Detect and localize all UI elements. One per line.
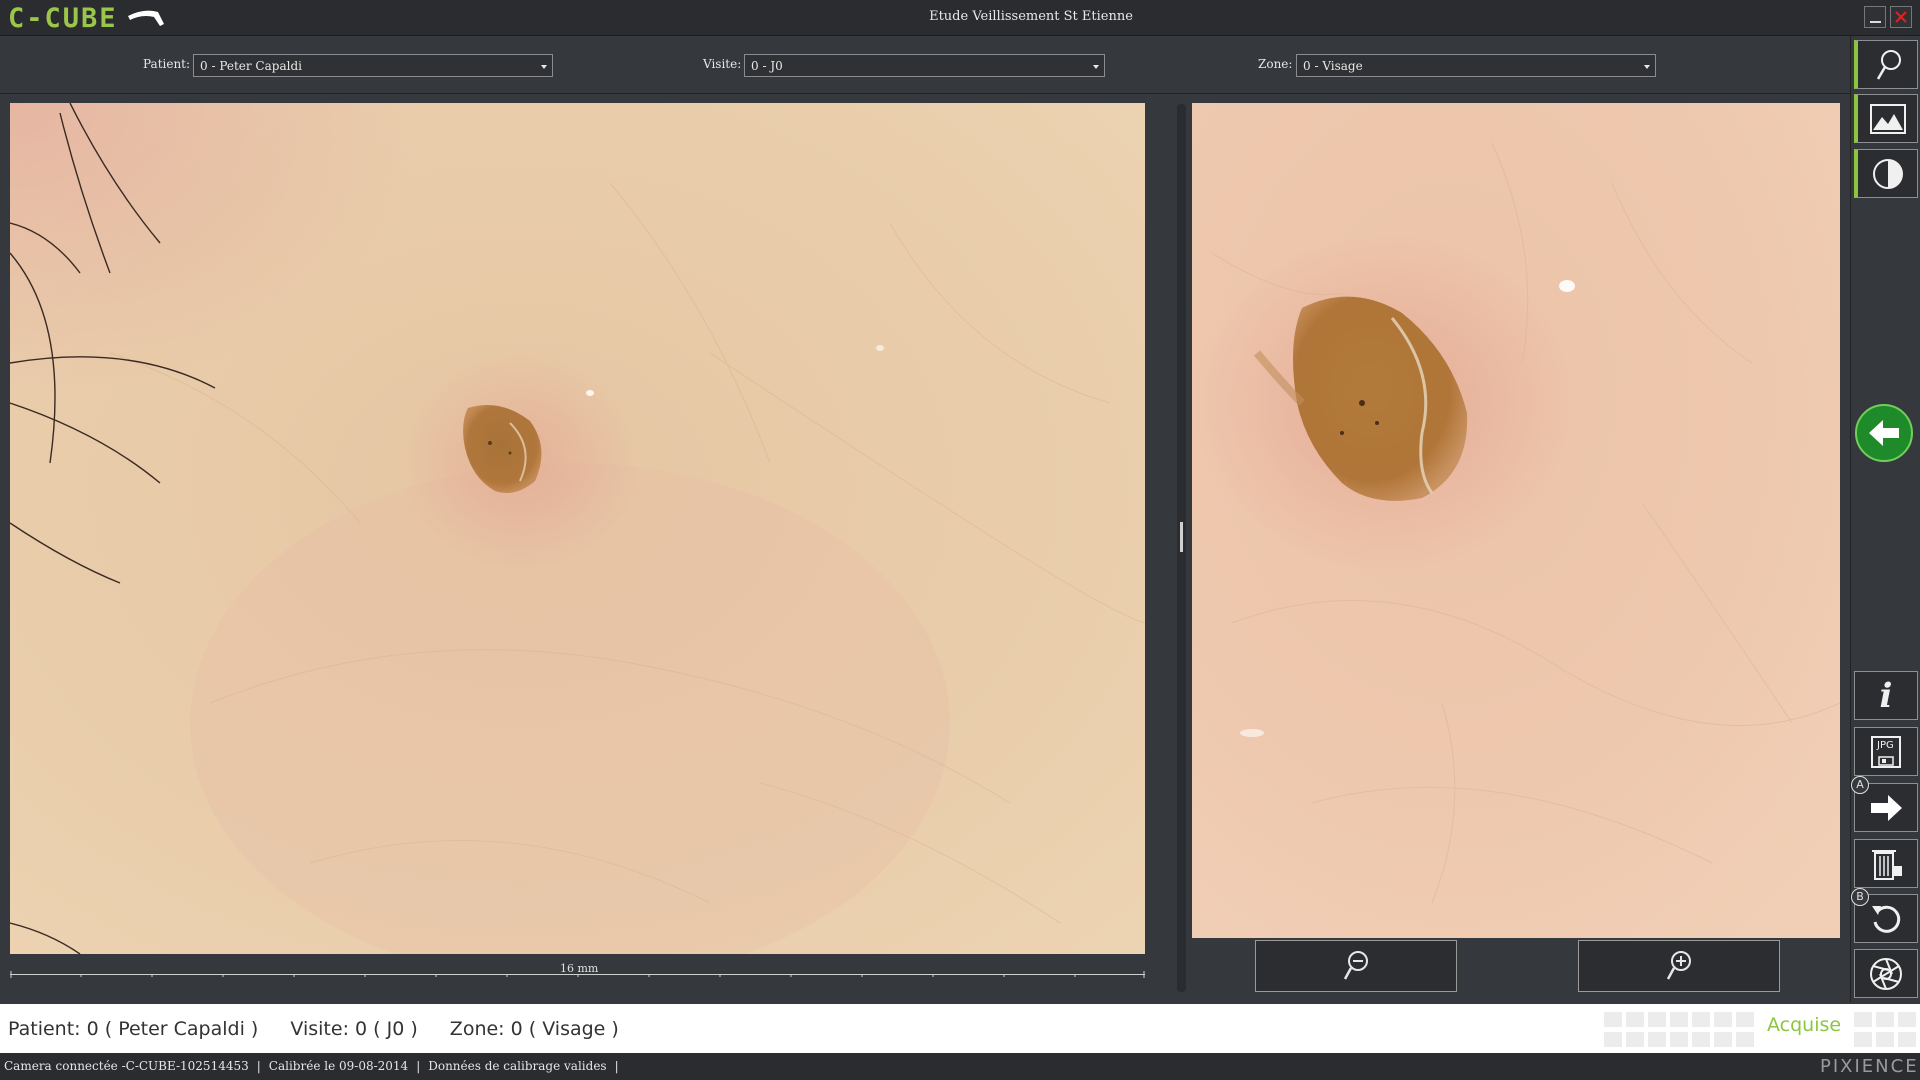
patient-summary: Patient: 0 ( Peter Capaldi ) Visite: 0 (… (8, 1018, 645, 1040)
right-toolbar: i JPG A B (1850, 36, 1920, 1002)
close-button[interactable] (1890, 6, 1912, 28)
scale-ticks (10, 971, 1145, 978)
shortcut-badge-b: B (1851, 888, 1869, 906)
brand-logo: PIXIENCE (1820, 1056, 1919, 1077)
zone-select[interactable]: 0 - Visage (1296, 54, 1656, 77)
zoomed-skin-image (1192, 103, 1840, 938)
splitter-grip[interactable] (1180, 522, 1183, 552)
camera-status: Camera connectée -C-CUBE-102514453 (4, 1059, 249, 1073)
status-separator: | (256, 1059, 261, 1073)
jpg-label: JPG (1877, 740, 1894, 751)
info-patient-label: Patient: (8, 1018, 81, 1040)
zoom-in-button[interactable] (1578, 940, 1780, 992)
skin-image (10, 103, 1145, 954)
patient-select-value: 0 - Peter Capaldi (200, 59, 302, 73)
acquisition-status-grid (1604, 1010, 1920, 1050)
zone-select-value: 0 - Visage (1303, 59, 1363, 73)
delete-button[interactable] (1854, 839, 1918, 888)
info-zone: Zone: 0 ( Visage ) (450, 1018, 619, 1040)
patient-select[interactable]: 0 - Peter Capaldi (193, 54, 553, 77)
info-visite-value: 0 ( J0 ) (355, 1018, 418, 1040)
visite-select[interactable]: 0 - J0 (744, 54, 1105, 77)
status-cell (1626, 1032, 1644, 1047)
info-icon: i (1879, 675, 1893, 716)
save-jpg-button[interactable]: JPG (1854, 727, 1918, 776)
view-splitter[interactable] (1177, 104, 1186, 992)
close-icon (1895, 11, 1907, 23)
chevron-down-icon (541, 65, 547, 69)
status-bar: Camera connectée -C-CUBE-102514453 | Calib… (0, 1053, 1920, 1080)
visite-select-value: 0 - J0 (751, 59, 783, 73)
title-bar: C-CUBE Etude Veillissement St Etienne (0, 0, 1920, 36)
info-button[interactable]: i (1854, 671, 1918, 720)
magnifier-tool[interactable] (1854, 40, 1918, 89)
shortcut-badge-a: A (1851, 776, 1869, 794)
info-zone-label: Zone: (449, 1018, 505, 1040)
status-cell (1898, 1032, 1916, 1047)
contrast-tool[interactable] (1854, 149, 1918, 198)
status-cell (1670, 1032, 1688, 1047)
main-image-viewer[interactable] (10, 103, 1145, 954)
info-zone-value: 0 ( Visage ) (510, 1018, 619, 1040)
trash-icon (1872, 849, 1902, 880)
zone-label: Zone: (1258, 57, 1293, 71)
status-cell (1604, 1032, 1622, 1047)
chevron-down-icon (1093, 65, 1099, 69)
info-patient: Patient: 0 ( Peter Capaldi ) (8, 1018, 258, 1040)
status-cell (1670, 1012, 1688, 1027)
contrast-icon (1872, 158, 1903, 189)
zoom-out-icon (1343, 951, 1368, 980)
zoom-out-button[interactable] (1255, 940, 1457, 992)
chevron-down-icon (1644, 65, 1650, 69)
capture-button[interactable] (1854, 949, 1918, 998)
status-cell (1692, 1012, 1710, 1027)
scale-ruler: 16 mm (10, 962, 1145, 978)
status-items: Camera connectée -C-CUBE-102514453 | Calib… (4, 1059, 627, 1073)
status-cell (1854, 1012, 1872, 1027)
info-patient-value: 0 ( Peter Capaldi ) (86, 1018, 259, 1040)
patient-info-bar: Patient: 0 ( Peter Capaldi ) Visite: 0 (… (0, 1004, 1920, 1053)
status-cell (1876, 1012, 1894, 1027)
visite-label: Visite: (703, 57, 742, 71)
calibration-date: Calibrée le 09-08-2014 (268, 1059, 409, 1073)
status-cell (1714, 1032, 1732, 1047)
image-tool[interactable] (1854, 94, 1918, 143)
status-cell (1692, 1032, 1710, 1047)
magnifier-icon (1876, 49, 1901, 80)
status-cell (1648, 1032, 1666, 1047)
info-visite-label: Visite: (290, 1018, 349, 1040)
status-cell (1854, 1032, 1872, 1047)
calibration-validity: Données de calibrage valides (428, 1059, 607, 1073)
status-cell (1876, 1032, 1894, 1047)
status-cell (1736, 1012, 1754, 1027)
minimize-button[interactable] (1864, 6, 1886, 28)
status-cell (1898, 1012, 1916, 1027)
detail-image-viewer[interactable] (1192, 103, 1840, 938)
status-separator: | (614, 1059, 619, 1073)
status-cell (1648, 1012, 1666, 1027)
arrow-left-icon (1869, 420, 1899, 446)
rotate-icon (1872, 905, 1901, 933)
status-cell (1714, 1012, 1732, 1027)
arrow-right-icon (1871, 794, 1902, 821)
selector-bar: Patient: 0 - Peter Capaldi Visite: 0 - J… (0, 36, 1850, 94)
status-cell (1604, 1012, 1622, 1027)
app-window: C-CUBE Etude Veillissement St Etienne Pa… (0, 0, 1920, 1080)
aperture-icon (1870, 957, 1902, 990)
status-cell (1736, 1032, 1754, 1047)
patient-label: Patient: (143, 57, 191, 71)
status-separator: | (416, 1059, 421, 1073)
zoom-in-icon (1666, 951, 1691, 980)
landscape-image-icon (1869, 103, 1906, 134)
back-button[interactable] (1855, 404, 1913, 462)
acquisition-status: Acquise (1767, 1014, 1842, 1036)
info-visite: Visite: 0 ( J0 ) (290, 1018, 417, 1040)
status-cell (1626, 1012, 1644, 1027)
window-title: Etude Veillissement St Etienne (929, 9, 1133, 24)
